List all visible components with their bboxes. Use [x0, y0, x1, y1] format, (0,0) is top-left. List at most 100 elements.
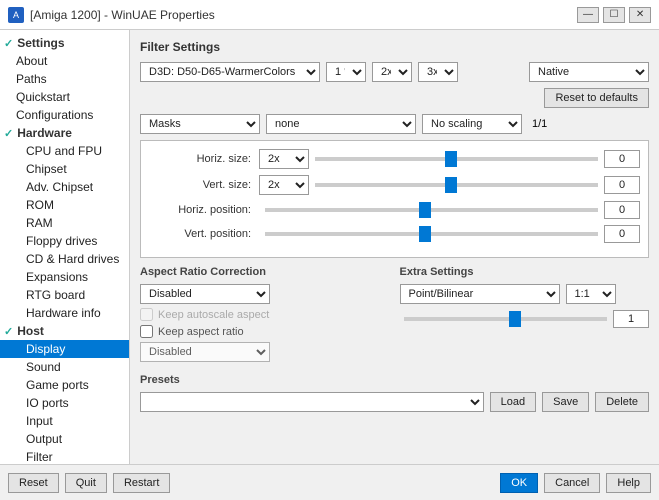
- ok-button[interactable]: OK: [500, 473, 538, 493]
- sidebar-label-output: Output: [26, 432, 62, 446]
- sidebar-label-paths: Paths: [16, 72, 47, 86]
- presets-select[interactable]: [140, 392, 484, 412]
- horiz-pos-thumb[interactable]: [419, 202, 431, 218]
- extra-slider-value[interactable]: [613, 310, 649, 328]
- checkmark-icon2: ✓: [4, 127, 13, 140]
- none-select[interactable]: none: [266, 114, 416, 134]
- aspect-select[interactable]: DisabledEnabled: [140, 284, 270, 304]
- sidebar-item-input[interactable]: Input: [0, 412, 129, 430]
- presets-section: Presets Load Save Delete: [140, 374, 649, 412]
- extra-ratio-select[interactable]: 1:11:2: [566, 284, 616, 304]
- vert-size-select[interactable]: 2x3x: [259, 175, 309, 195]
- sidebar-item-about[interactable]: About: [0, 52, 129, 70]
- mult2-select[interactable]: 2x3x: [372, 62, 412, 82]
- bottom-bar: Reset Quit Restart OK Cancel Help: [0, 464, 659, 500]
- reset-button[interactable]: Reset: [8, 473, 59, 493]
- sidebar-item-floppy[interactable]: Floppy drives: [0, 232, 129, 250]
- scale-select[interactable]: No scalingStretch: [422, 114, 522, 134]
- maximize-button[interactable]: ☐: [603, 7, 625, 23]
- vert-pos-value[interactable]: [604, 225, 640, 243]
- aspect-title: Aspect Ratio Correction: [140, 266, 390, 278]
- sidebar-item-configurations[interactable]: Configurations: [0, 106, 129, 124]
- sidebar-item-sound[interactable]: Sound: [0, 358, 129, 376]
- bottom-bar-right: OK Cancel Help: [500, 473, 651, 493]
- vert-pos-label: Vert. position:: [149, 228, 259, 240]
- extra-title: Extra Settings: [400, 266, 650, 278]
- extra-slider-track: [404, 317, 608, 321]
- sidebar-item-adv-chipset[interactable]: Adv. Chipset: [0, 178, 129, 196]
- keep-aspect-check[interactable]: [140, 325, 153, 338]
- window-title: [Amiga 1200] - WinUAE Properties: [30, 8, 215, 22]
- sidebar-label-about: About: [16, 54, 47, 68]
- minimize-button[interactable]: —: [577, 7, 599, 23]
- aspect-select-row: DisabledEnabled: [140, 284, 390, 304]
- sidebar-label-ram: RAM: [26, 216, 53, 230]
- quit-button[interactable]: Quit: [65, 473, 107, 493]
- save-button[interactable]: Save: [542, 392, 589, 412]
- horiz-pos-track: [265, 208, 598, 212]
- sidebar-label-display: Display: [26, 342, 65, 356]
- vert-size-value[interactable]: [604, 176, 640, 194]
- title-bar: A [Amiga 1200] - WinUAE Properties — ☐ ✕: [0, 0, 659, 30]
- sidebar-label-filter: Filter: [26, 450, 53, 464]
- sidebar-item-output[interactable]: Output: [0, 430, 129, 448]
- horiz-size-thumb[interactable]: [445, 151, 457, 167]
- sidebar-item-rom[interactable]: ROM: [0, 196, 129, 214]
- checkmark-icon: ✓: [4, 37, 13, 50]
- mult3-select[interactable]: 3x4x: [418, 62, 458, 82]
- keep-aspect-row: Keep aspect ratio: [140, 325, 390, 338]
- keep-aspect-label: Keep aspect ratio: [158, 326, 244, 338]
- vert-pos-thumb[interactable]: [419, 226, 431, 242]
- close-button[interactable]: ✕: [629, 7, 651, 23]
- bottom-bar-left: Reset Quit Restart: [8, 473, 170, 493]
- sidebar-item-gameports[interactable]: Game ports: [0, 376, 129, 394]
- sidebar-item-ram[interactable]: RAM: [0, 214, 129, 232]
- extra-slider-thumb[interactable]: [509, 311, 521, 327]
- sidebar-label-adv-chipset: Adv. Chipset: [26, 180, 93, 194]
- sidebar-item-chipset[interactable]: Chipset: [0, 160, 129, 178]
- horiz-pos-row: Horiz. position:: [149, 201, 640, 219]
- vert-size-row: Vert. size: 2x3x: [149, 175, 640, 195]
- sidebar-item-filter[interactable]: Filter: [0, 448, 129, 464]
- sidebar-label-floppy: Floppy drives: [26, 234, 97, 248]
- help-button[interactable]: Help: [606, 473, 651, 493]
- native-select[interactable]: NativeDirectDraw: [529, 62, 649, 82]
- cancel-button[interactable]: Cancel: [544, 473, 600, 493]
- sidebar-item-io[interactable]: IO ports: [0, 394, 129, 412]
- sidebar-item-paths[interactable]: Paths: [0, 70, 129, 88]
- disabled2-select[interactable]: Disabled: [140, 342, 270, 362]
- sidebar-item-cpu[interactable]: CPU and FPU: [0, 142, 129, 160]
- sidebar-item-quickstart[interactable]: Quickstart: [0, 88, 129, 106]
- sidebar-item-settings[interactable]: ✓ Settings: [0, 34, 129, 52]
- disabled2-row: Disabled: [140, 342, 390, 362]
- delete-button[interactable]: Delete: [595, 392, 649, 412]
- keep-autoscale-check[interactable]: [140, 308, 153, 321]
- presets-row: Load Save Delete: [140, 392, 649, 412]
- load-button[interactable]: Load: [490, 392, 536, 412]
- horiz-pos-label: Horiz. position:: [149, 204, 259, 216]
- sidebar-item-hardware[interactable]: ✓ Hardware: [0, 124, 129, 142]
- sidebar-item-rtg[interactable]: RTG board: [0, 286, 129, 304]
- sidebar-item-hwinfo[interactable]: Hardware info: [0, 304, 129, 322]
- sidebar-item-expansions[interactable]: Expansions: [0, 268, 129, 286]
- mult1-select[interactable]: 1 *2 *: [326, 62, 366, 82]
- vert-size-thumb[interactable]: [445, 177, 457, 193]
- sidebar-label-configurations: Configurations: [16, 108, 93, 122]
- mask-select[interactable]: Masks: [140, 114, 260, 134]
- horiz-size-value[interactable]: [604, 150, 640, 168]
- restart-button[interactable]: Restart: [113, 473, 170, 493]
- horiz-size-select[interactable]: 2x3x: [259, 149, 309, 169]
- reset-defaults-button[interactable]: Reset to defaults: [544, 88, 649, 108]
- d3d-select[interactable]: D3D: D50-D65-WarmerColors: [140, 62, 320, 82]
- sidebar-item-cd[interactable]: CD & Hard drives: [0, 250, 129, 268]
- sidebar-item-host[interactable]: ✓ Host: [0, 322, 129, 340]
- sidebar-label-rtg: RTG board: [26, 288, 85, 302]
- presets-title: Presets: [140, 374, 649, 386]
- vert-pos-track: [265, 232, 598, 236]
- extra-filter-select[interactable]: Point/Bilinear: [400, 284, 560, 304]
- filter-row-1: D3D: D50-D65-WarmerColors 1 *2 * 2x3x 3x…: [140, 62, 649, 82]
- sidebar-label-chipset: Chipset: [26, 162, 67, 176]
- sidebar-item-display[interactable]: Display: [0, 340, 129, 358]
- horiz-size-row: Horiz. size: 2x3x: [149, 149, 640, 169]
- horiz-pos-value[interactable]: [604, 201, 640, 219]
